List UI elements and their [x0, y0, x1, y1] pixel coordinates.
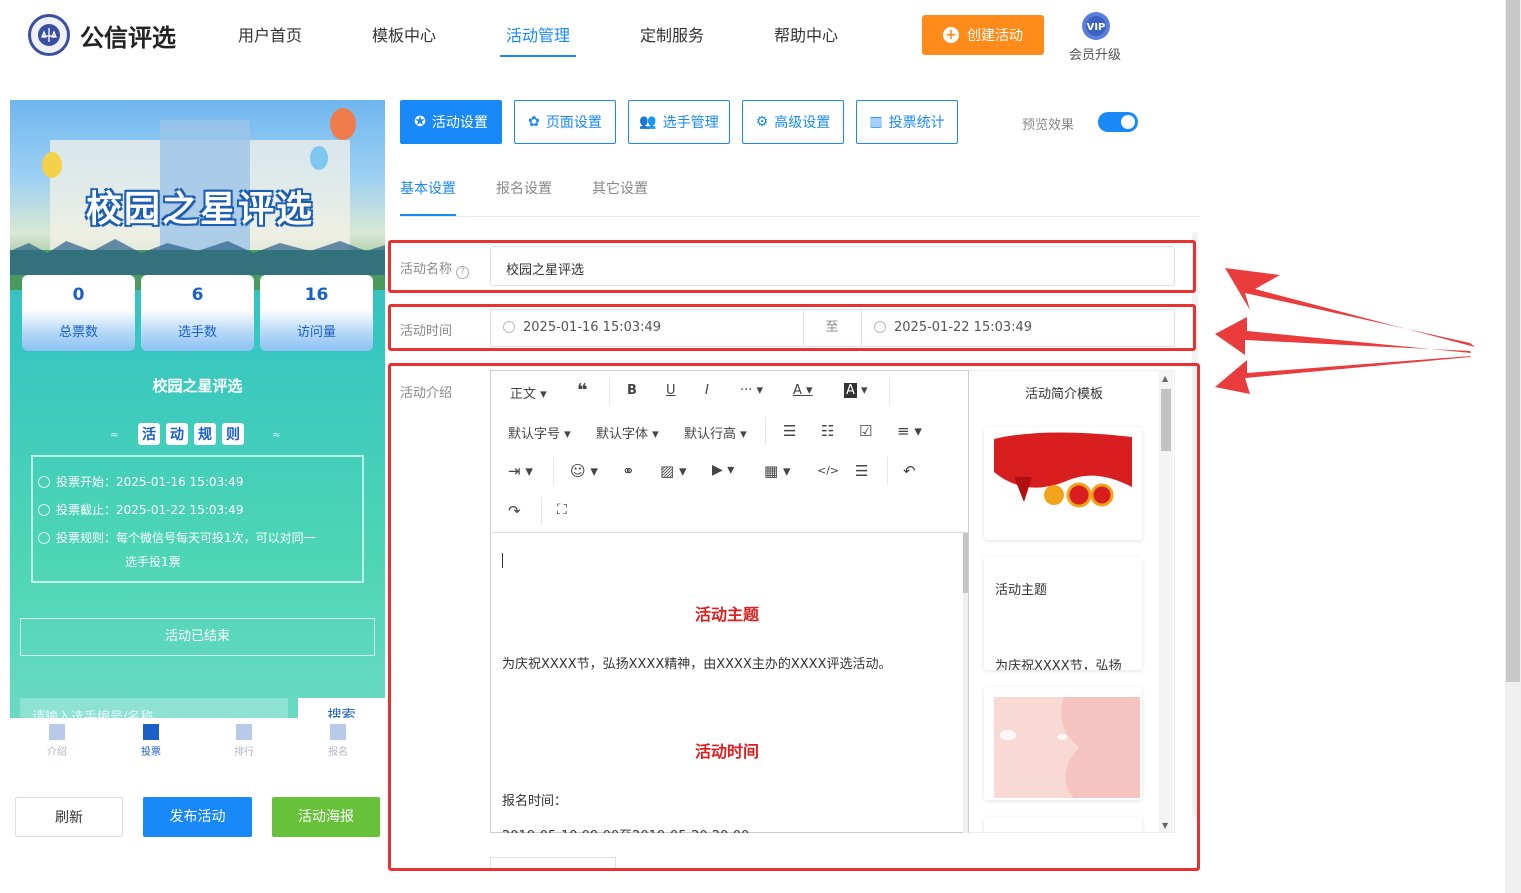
mobile-preview: 校园之星评选 0 总票数 6 选手数 16 访问量 校园之星评选 ≈ 活 动 规… — [10, 100, 385, 718]
nav-home[interactable]: 用户首页 — [238, 0, 302, 60]
tab-label: 投票统计 — [888, 115, 945, 131]
rules-heading-char: 动 — [166, 423, 188, 445]
subtab-active-indicator — [400, 214, 456, 216]
balloon-icon — [330, 108, 356, 140]
stat-contestants: 6 选手数 — [141, 275, 254, 351]
balloon-icon — [310, 146, 328, 170]
tab-label: 介绍 — [47, 747, 67, 758]
tab-advanced-settings[interactable]: ⚙ 高级设置 — [742, 100, 844, 144]
clock-icon — [38, 476, 50, 488]
stat-label: 总票数 — [58, 325, 98, 340]
rule-start: 投票开始：2025-01-16 15:03:49 — [38, 471, 243, 493]
subtab-other[interactable]: 其它设置 — [592, 178, 648, 198]
nav-custom-service[interactable]: 定制服务 — [640, 0, 704, 60]
stat-value: 0 — [72, 285, 85, 305]
rules-heading-char: 规 — [194, 423, 216, 445]
preview-toggle[interactable] — [1098, 112, 1138, 132]
annotation-box-name — [388, 240, 1196, 293]
stat-value: 16 — [304, 285, 329, 305]
flag-icon — [143, 724, 159, 740]
tab-vote[interactable]: 投票 — [126, 724, 176, 758]
subtab-divider — [400, 216, 1200, 217]
rule-text: 投票规则：每个微信号每天可投1次，可以对同一 — [56, 531, 316, 545]
nav-help[interactable]: 帮助中心 — [774, 0, 838, 60]
star-icon: ✪ — [414, 114, 426, 130]
logo-icon[interactable] — [28, 14, 70, 56]
preview-search: 请输入选手编号/名称 搜索 — [20, 698, 385, 718]
rules-heading-char: 活 — [138, 423, 160, 445]
stat-label: 选手数 — [177, 325, 217, 340]
stat-value: 6 — [191, 285, 204, 305]
tab-label: 排行 — [234, 747, 254, 758]
gears-icon: ⚙ — [755, 114, 769, 130]
preview-activity-title: 校园之星评选 — [152, 377, 243, 395]
tab-activity-settings[interactable]: ✪ 活动设置 — [400, 100, 502, 144]
preview-tabbar: 介绍 投票 排行 报名 — [10, 718, 385, 772]
rules-heading: 活 动 规 则 — [138, 423, 244, 445]
tab-label: 报名 — [328, 747, 348, 758]
info-icon — [38, 532, 50, 544]
tab-label: 活动设置 — [431, 115, 488, 131]
annotation-arrows-icon — [1215, 268, 1475, 394]
annotation-box-intro — [388, 363, 1200, 871]
toggle-knob — [1121, 115, 1135, 129]
rule-vote-cont: 选手投1票 — [125, 555, 181, 569]
nav-templates[interactable]: 模板中心 — [372, 0, 436, 60]
bar-chart-icon — [236, 724, 252, 740]
plus-icon: + — [943, 27, 959, 43]
rule-end: 投票截止：2025-01-22 15:03:49 — [38, 499, 243, 521]
create-activity-label: 创建活动 — [967, 28, 1023, 44]
tab-vote-stats[interactable]: ▥ 投票统计 — [856, 100, 958, 144]
stat-visits: 16 访问量 — [260, 275, 373, 351]
preview-search-button[interactable]: 搜索 — [298, 698, 385, 718]
stat-total-votes: 0 总票数 — [22, 275, 135, 351]
refresh-button[interactable]: 刷新 — [15, 797, 123, 837]
tab-label: 选手管理 — [662, 115, 719, 131]
rule-vote: 投票规则：每个微信号每天可投1次，可以对同一 — [38, 527, 316, 549]
tab-contestant-manage[interactable]: 👥 选手管理 — [628, 100, 730, 144]
activity-poster-button[interactable]: 活动海报 — [272, 797, 380, 837]
preview-search-input[interactable]: 请输入选手编号/名称 — [20, 698, 288, 718]
tab-label: 页面设置 — [545, 115, 602, 131]
vip-icon[interactable]: VIP — [1079, 10, 1113, 42]
rules-heading-char: 则 — [222, 423, 244, 445]
subtab-signup[interactable]: 报名设置 — [496, 178, 552, 198]
rule-text: 投票开始：2025-01-16 15:03:49 — [56, 475, 244, 489]
hand-icon — [330, 724, 346, 740]
clock-icon — [38, 504, 50, 516]
page-scrollbar[interactable] — [1505, 0, 1521, 893]
page: 公信评选 用户首页 模板中心 活动管理 定制服务 帮助中心 + 创建活动 VIP… — [0, 0, 1521, 893]
stat-label: 访问量 — [296, 325, 336, 340]
banner-title: 校园之星评选 — [86, 189, 315, 230]
tab-page-settings[interactable]: ✿ 页面设置 — [514, 100, 616, 144]
balloon-icon — [42, 152, 62, 178]
preview-banner: 校园之星评选 — [10, 100, 385, 290]
brand-name[interactable]: 公信评选 — [80, 18, 176, 53]
vip-badge-text: VIP — [1087, 22, 1106, 33]
page-scrollbar-thumb[interactable] — [1506, 0, 1520, 682]
users-icon: 👥 — [639, 114, 657, 130]
subtab-basic[interactable]: 基本设置 — [400, 178, 456, 198]
document-icon — [49, 724, 65, 740]
tab-intro[interactable]: 介绍 — [32, 724, 82, 758]
vip-upgrade-label[interactable]: 会员升级 — [1069, 44, 1121, 63]
tab-label: 高级设置 — [774, 115, 831, 131]
preview-toggle-label: 预览效果 — [1022, 118, 1075, 133]
wave-deco-icon: ≈ — [272, 430, 281, 441]
annotation-box-time — [388, 304, 1196, 351]
publish-activity-button[interactable]: 发布活动 — [143, 797, 252, 837]
tab-label: 投票 — [141, 747, 161, 758]
tab-ranking[interactable]: 排行 — [219, 724, 269, 758]
create-activity-button[interactable]: + 创建活动 — [922, 15, 1044, 55]
bar-chart-icon: ▥ — [869, 114, 883, 130]
wave-deco-icon: ≈ — [110, 430, 119, 441]
nav-activity-manage[interactable]: 活动管理 — [500, 0, 577, 57]
activity-ended-banner: 活动已结束 — [20, 618, 375, 656]
rule-text: 投票截止：2025-01-22 15:03:49 — [56, 503, 244, 517]
tab-signup[interactable]: 报名 — [313, 724, 363, 758]
gear-icon: ✿ — [528, 114, 540, 130]
